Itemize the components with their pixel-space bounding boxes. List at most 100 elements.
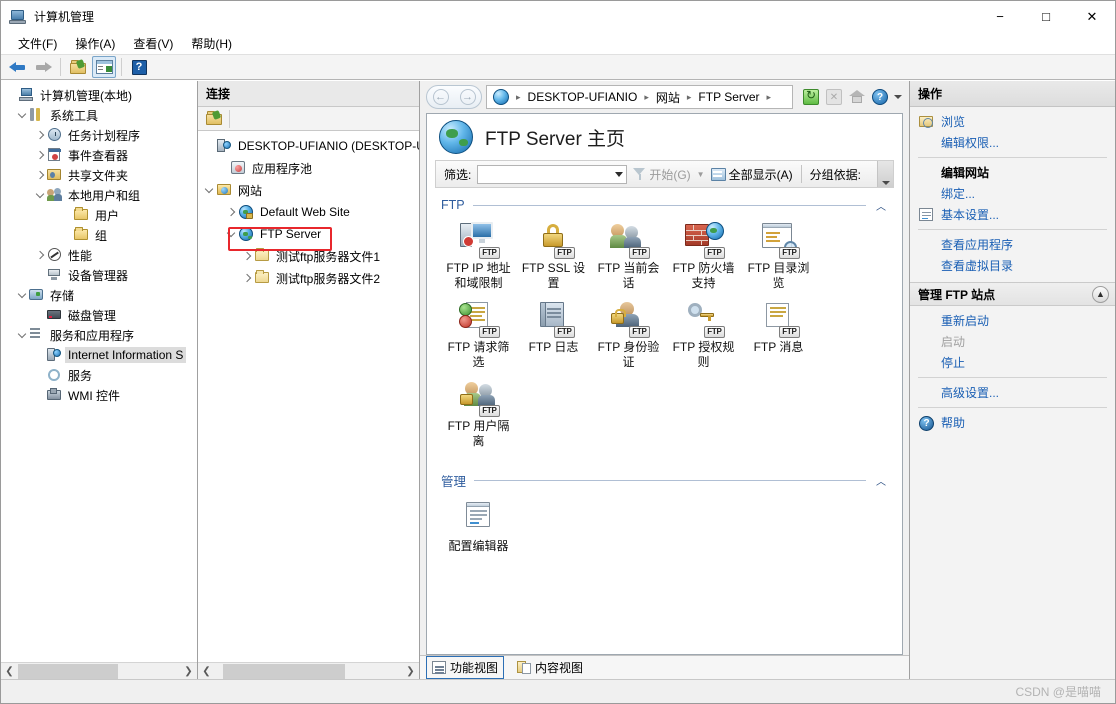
menu-view[interactable]: 查看(V) <box>124 33 182 54</box>
chevron-down-icon[interactable] <box>615 171 624 177</box>
expander-open[interactable] <box>15 105 28 125</box>
action-edit-permissions[interactable]: 编辑权限... <box>910 132 1115 153</box>
chevron-down-icon[interactable] <box>893 87 903 107</box>
home-icon[interactable] <box>847 87 867 107</box>
show-console-tree-icon[interactable] <box>92 56 116 78</box>
tree-item-device-manager[interactable]: 设备管理器 <box>1 265 197 285</box>
scroll-left-icon[interactable]: ❮ <box>1 664 18 679</box>
feature-ftp-ssl-settings[interactable]: FTP FTP SSL 设置 <box>516 222 591 291</box>
chevron-down-icon[interactable]: ▼ <box>697 170 705 179</box>
tree-item-users[interactable]: 用户 <box>1 205 197 225</box>
tree-item-services[interactable]: 服务 <box>1 365 197 385</box>
tree-item-iis[interactable]: Internet Information S <box>1 345 197 365</box>
tab-content-view[interactable]: 内容视图 <box>512 657 588 678</box>
feature-ftp-messages[interactable]: FTP FTP 消息 <box>741 301 816 370</box>
action-restart[interactable]: 重新启动 <box>910 310 1115 331</box>
action-view-applications[interactable]: 查看应用程序 <box>910 234 1115 255</box>
menu-help[interactable]: 帮助(H) <box>182 33 241 54</box>
action-start[interactable]: 启动 <box>910 331 1115 352</box>
action-bindings[interactable]: 绑定... <box>910 183 1115 204</box>
breadcrumb[interactable]: ▸ DESKTOP-UFIANIO ▸ 网站 ▸ FTP Server ▸ <box>486 85 793 109</box>
conn-item-virtual-dir-1[interactable]: 测试ftp服务器文件1 <box>198 245 419 267</box>
feature-ftp-directory-browsing[interactable]: FTP FTP 目录浏览 <box>741 222 816 291</box>
conn-item-sites[interactable]: 网站 <box>198 179 419 201</box>
conn-item-application-pools[interactable]: 应用程序池 <box>198 157 419 179</box>
expander-collapsed[interactable] <box>240 245 254 267</box>
show-all-button[interactable]: 全部显示(A) <box>710 166 793 183</box>
scroll-thumb[interactable] <box>223 663 345 679</box>
tree-item-computer-management[interactable]: 计算机管理(本地) <box>1 85 197 105</box>
filter-input[interactable] <box>477 164 628 184</box>
expander-open[interactable] <box>33 185 46 205</box>
menu-file[interactable]: 文件(F) <box>9 33 66 54</box>
feature-configuration-editor[interactable]: 配置编辑器 <box>441 500 516 554</box>
expander-collapsed[interactable] <box>33 145 46 165</box>
scroll-track[interactable] <box>215 663 402 679</box>
feature-ftp-authorization-rules[interactable]: FTP FTP 授权规则 <box>666 301 741 370</box>
scroll-right-icon[interactable]: ❯ <box>180 664 197 679</box>
tree-item-groups[interactable]: 组 <box>1 225 197 245</box>
action-basic-settings[interactable]: 基本设置... <box>910 204 1115 225</box>
breadcrumb-item-ftp-server[interactable]: FTP Server <box>698 90 759 104</box>
tree-item-shared-folders[interactable]: 共享文件夹 <box>1 165 197 185</box>
expander-open[interactable] <box>15 285 28 305</box>
expander-open[interactable] <box>224 223 238 245</box>
breadcrumb-item-sites[interactable]: 网站 <box>656 89 680 106</box>
scroll-thumb[interactable] <box>18 663 118 679</box>
tree-item-performance[interactable]: 性能 <box>1 245 197 265</box>
console-tree[interactable]: 计算机管理(本地) 系统工具 任务计划程序 事件查看器 共享文件夹 本地用户和组… <box>1 81 197 662</box>
close-button[interactable]: ✕ <box>1069 1 1115 32</box>
scroll-right-icon[interactable]: ❯ <box>402 664 419 679</box>
tree-item-disk-management[interactable]: 磁盘管理 <box>1 305 197 325</box>
feature-ftp-firewall-support[interactable]: FTP FTP 防火墙支持 <box>666 222 741 291</box>
help-icon[interactable]: ? <box>127 56 151 78</box>
breadcrumb-item-server[interactable]: DESKTOP-UFIANIO <box>528 90 638 104</box>
feature-ftp-ip-domain-restrictions[interactable]: FTP FTP IP 地址和域限制 <box>441 222 516 291</box>
chevron-up-icon[interactable]: ︿ <box>874 200 888 213</box>
menu-action[interactable]: 操作(A) <box>66 33 124 54</box>
conn-item-default-web-site[interactable]: Default Web Site <box>198 201 419 223</box>
expander-collapsed[interactable] <box>33 245 46 265</box>
action-browse[interactable]: 浏览 <box>910 111 1115 132</box>
expander-collapsed[interactable] <box>33 125 46 145</box>
feature-ftp-logging[interactable]: FTP FTP 日志 <box>516 301 591 370</box>
connections-hscrollbar[interactable]: ❮ ❯ <box>198 662 419 679</box>
scroll-track[interactable] <box>18 663 180 679</box>
expander-collapsed[interactable] <box>240 267 254 289</box>
tree-item-task-scheduler[interactable]: 任务计划程序 <box>1 125 197 145</box>
expander-open[interactable] <box>15 325 28 345</box>
action-stop[interactable]: 停止 <box>910 352 1115 373</box>
conn-item-server[interactable]: DESKTOP-UFIANIO (DESKTOP-U <box>198 135 419 157</box>
feature-ftp-request-filtering[interactable]: FTP FTP 请求筛选 <box>441 301 516 370</box>
feature-ftp-authentication[interactable]: FTP FTP 身份验证 <box>591 301 666 370</box>
console-tree-hscrollbar[interactable]: ❮ ❯ <box>1 662 197 679</box>
tree-item-local-users-groups[interactable]: 本地用户和组 <box>1 185 197 205</box>
filter-scroll-button[interactable] <box>877 161 893 187</box>
minimize-button[interactable]: − <box>977 1 1023 32</box>
forward-arrow-icon[interactable]: → <box>459 89 476 105</box>
action-help[interactable]: ? 帮助 <box>910 412 1115 433</box>
conn-item-ftp-server[interactable]: FTP Server <box>198 223 419 245</box>
chevron-up-icon[interactable]: ▲ <box>1092 285 1109 303</box>
scroll-left-icon[interactable]: ❮ <box>198 664 215 679</box>
features-grid[interactable]: FTP ︿ FTP FTP IP 地址和域限制 FTP FTP SSL 设置 F… <box>427 188 902 654</box>
feature-ftp-current-sessions[interactable]: FTP FTP 当前会话 <box>591 222 666 291</box>
tree-item-services-applications[interactable]: 服务和应用程序 <box>1 325 197 345</box>
connect-folder-icon[interactable] <box>202 108 226 130</box>
action-advanced-settings[interactable]: 高级设置... <box>910 382 1115 403</box>
filter-text-field[interactable] <box>478 166 616 182</box>
back-arrow-icon[interactable] <box>5 56 29 78</box>
help-icon[interactable]: ? <box>870 87 890 107</box>
conn-item-virtual-dir-2[interactable]: 测试ftp服务器文件2 <box>198 267 419 289</box>
stop-icon[interactable]: ✕ <box>824 87 844 107</box>
maximize-button[interactable]: □ <box>1023 1 1069 32</box>
up-folder-icon[interactable] <box>66 56 90 78</box>
chevron-up-icon[interactable]: ︿ <box>874 476 888 488</box>
back-arrow-icon[interactable]: ← <box>432 89 449 105</box>
feature-ftp-user-isolation[interactable]: FTP FTP 用户隔离 <box>441 380 516 449</box>
expander-collapsed[interactable] <box>224 201 238 223</box>
action-view-virtual-directories[interactable]: 查看虚拟目录 <box>910 255 1115 276</box>
tree-item-system-tools[interactable]: 系统工具 <box>1 105 197 125</box>
tree-item-event-viewer[interactable]: 事件查看器 <box>1 145 197 165</box>
filter-go-button[interactable]: 开始(G) ▼ <box>633 166 705 183</box>
